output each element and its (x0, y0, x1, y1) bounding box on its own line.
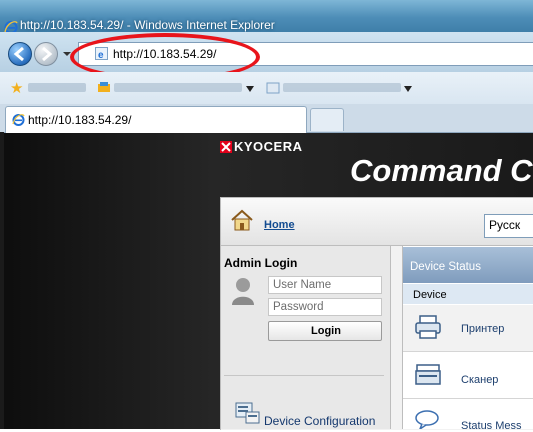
back-button[interactable] (8, 42, 32, 66)
star-icon[interactable]: ★ (10, 81, 23, 96)
status-item-label[interactable]: Принтер (461, 323, 504, 335)
user-icon (232, 278, 254, 305)
password-placeholder: Password (273, 301, 324, 313)
tab-label: http://10.183.54.29/ (28, 113, 132, 127)
language-select-value: Русск (489, 218, 521, 232)
back-arrow-icon (13, 46, 24, 62)
username-placeholder: User Name (273, 279, 332, 291)
favorite-site-icon (266, 82, 280, 94)
favorite-item-blurred[interactable] (283, 83, 401, 92)
home-icon[interactable] (230, 208, 254, 232)
scanner-icon (415, 364, 441, 385)
divider (224, 375, 384, 376)
new-tab-button[interactable] (310, 108, 344, 131)
status-item-label[interactable]: Сканер (461, 374, 498, 386)
forward-arrow-icon (42, 46, 53, 62)
chevron-down-icon[interactable] (404, 86, 412, 92)
printer-icon (415, 315, 441, 339)
device-configuration-link[interactable]: Device Configuration (264, 414, 375, 428)
message-icon (415, 410, 439, 429)
window-title: http://10.183.54.29/ - Windows Internet … (20, 18, 275, 32)
command-center-title: Command C (350, 153, 533, 188)
favorite-item-blurred[interactable] (114, 83, 242, 92)
device-section-label: Device (413, 289, 447, 301)
favorite-site-icon (98, 82, 110, 92)
chevron-down-icon[interactable] (246, 86, 254, 92)
window-left-border (0, 132, 4, 429)
admin-login-title: Admin Login (224, 256, 298, 270)
kyocera-logo-icon (220, 141, 232, 153)
device-status-title: Device Status (410, 261, 481, 273)
forward-button[interactable] (34, 42, 58, 66)
home-link[interactable]: Home (264, 219, 295, 231)
login-button-label: Login (311, 325, 341, 337)
favorites-label-blurred[interactable] (28, 83, 86, 92)
ie-logo-icon (12, 114, 25, 126)
brand-logo-text: KYOCERA (234, 139, 303, 154)
status-item-label[interactable]: Status Mess (461, 420, 522, 432)
device-config-icon (235, 402, 260, 424)
